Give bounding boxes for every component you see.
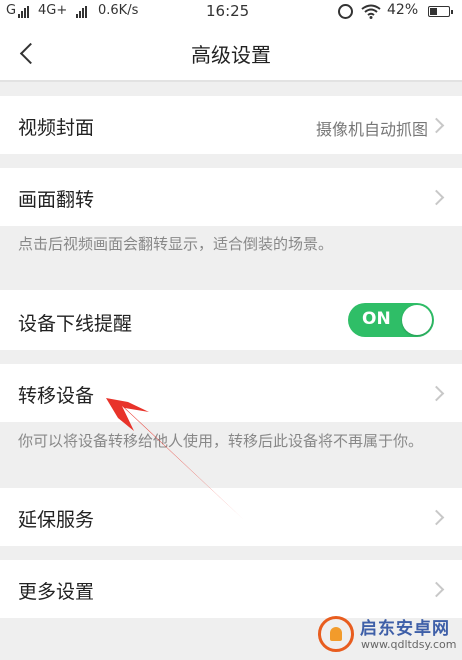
signal-strength-icon-2 xyxy=(76,6,87,18)
toggle-state-label: ON xyxy=(362,309,391,329)
battery-percent: 42% xyxy=(387,2,419,18)
transfer-hint-text: 你可以将设备转移给他人使用，转移后此设备将不再属于你。 xyxy=(18,432,424,450)
signal-strength-icon xyxy=(18,6,29,18)
page-title: 高级设置 xyxy=(191,43,271,67)
row-label-transfer-device: 转移设备 xyxy=(18,385,95,407)
flip-hint-text: 点击后视频画面会翻转显示，适合倒装的场景。 xyxy=(18,235,334,253)
row-value-video-cover: 摄像机自动抓图 xyxy=(315,120,428,139)
watermark: 启东安卓网 www.qdltdsy.com xyxy=(318,612,458,658)
settings-row-warranty[interactable]: 延保服务 xyxy=(0,488,462,546)
row-label-video-cover: 视频封面 xyxy=(18,117,95,139)
chevron-right-icon xyxy=(428,509,445,526)
chevron-right-icon xyxy=(428,385,445,402)
row-label-warranty: 延保服务 xyxy=(18,509,95,531)
network-type: 4G+ xyxy=(38,3,68,18)
chevron-right-icon xyxy=(428,117,445,134)
settings-row-offline-alert: 设备下线提醒 ON xyxy=(0,290,462,350)
alarm-icon xyxy=(338,4,353,19)
watermark-logo-icon xyxy=(318,616,354,652)
sim-label: G xyxy=(6,3,17,18)
chevron-right-icon xyxy=(428,581,445,598)
settings-row-flip[interactable]: 画面翻转 xyxy=(0,168,462,226)
status-bar: G 4G+ 0.6K/s 16:25 42% xyxy=(0,0,462,24)
row-label-more: 更多设置 xyxy=(18,581,95,603)
offline-alert-toggle[interactable]: ON xyxy=(348,303,434,337)
settings-row-more[interactable]: 更多设置 xyxy=(0,560,462,618)
header-divider xyxy=(0,80,462,82)
wifi-icon xyxy=(361,4,381,19)
row-label-offline-alert: 设备下线提醒 xyxy=(18,313,133,335)
settings-row-transfer-device[interactable]: 转移设备 xyxy=(0,364,462,422)
battery-icon xyxy=(428,6,453,17)
watermark-url: www.qdltdsy.com xyxy=(361,638,457,651)
toggle-knob xyxy=(402,305,432,335)
row-label-flip: 画面翻转 xyxy=(18,189,95,211)
settings-row-video-cover[interactable]: 视频封面 摄像机自动抓图 xyxy=(0,96,462,154)
chevron-right-icon xyxy=(428,189,445,206)
watermark-name: 启东安卓网 xyxy=(360,619,450,639)
header-bar: 高级设置 xyxy=(0,24,462,82)
clock: 16:25 xyxy=(206,2,250,20)
network-speed: 0.6K/s xyxy=(98,3,139,18)
